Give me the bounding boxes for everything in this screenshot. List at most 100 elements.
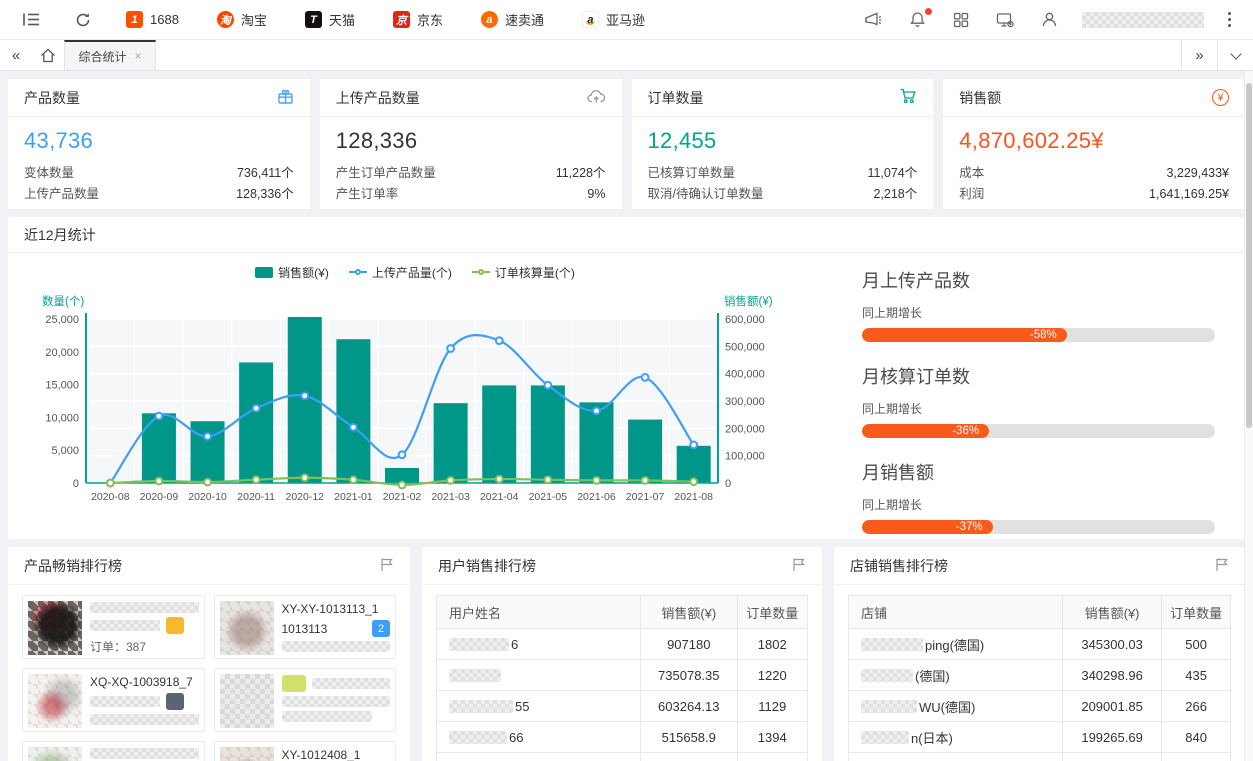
redacted-name xyxy=(449,700,513,713)
order-count-text: 订单：387 xyxy=(90,638,146,653)
svg-text:200,000: 200,000 xyxy=(725,423,765,435)
svg-text:2021-04: 2021-04 xyxy=(480,491,519,503)
refresh-icon[interactable] xyxy=(66,6,100,34)
legend-label: 上传产品量(个) xyxy=(372,264,452,281)
stat-value: 4,870,602.25¥ xyxy=(959,128,1229,154)
growth-progress-fill: -58% xyxy=(862,328,1067,342)
jd-icon: 京 xyxy=(393,11,410,28)
legend-item-orders[interactable]: 订单核算量(个) xyxy=(472,264,575,281)
stat-card-title: 产品数量 xyxy=(24,88,80,108)
svg-text:100,000: 100,000 xyxy=(725,451,765,463)
product-item[interactable]: XY-XY-1013113_1 10131132 xyxy=(214,595,397,659)
redacted-name xyxy=(449,669,501,682)
product-item[interactable] xyxy=(214,668,397,732)
growth-progress-track: -36% xyxy=(862,424,1215,438)
chart-section-title: 近12月统计 xyxy=(24,225,96,245)
legend-item-uploads[interactable]: 上传产品量(个) xyxy=(349,264,452,281)
tabs-dropdown-button[interactable] xyxy=(1217,40,1253,70)
svg-text:2021-03: 2021-03 xyxy=(431,491,470,503)
more-menu-icon[interactable] xyxy=(1220,8,1239,31)
product-item[interactable] xyxy=(22,741,205,761)
apps-grid-icon[interactable] xyxy=(944,6,978,34)
collapse-menu-icon[interactable] xyxy=(14,6,48,34)
platform-label: 淘宝 xyxy=(241,10,267,29)
tab-close-icon[interactable]: × xyxy=(135,49,142,63)
user-name-suffix: 66 xyxy=(509,730,523,745)
platform-tab-jd[interactable]: 京 京东 xyxy=(393,10,443,29)
stat-row-label: 上传产品数量 xyxy=(24,184,99,205)
growth-progress-fill: -37% xyxy=(862,520,993,534)
stat-row-value: 128,336个 xyxy=(236,184,294,205)
table-row: 55 603264.13 1129 xyxy=(437,691,808,722)
stat-card-title: 订单数量 xyxy=(648,88,704,108)
svg-text:数量(个): 数量(个) xyxy=(42,294,84,308)
table-row: 66 515658.9 1394 xyxy=(437,722,808,753)
svg-text:2021-08: 2021-08 xyxy=(674,491,713,503)
column-header: 销售额(¥) xyxy=(641,596,737,629)
growth-block-uploads: 月上传产品数 同上期增长 -58% xyxy=(862,267,1215,342)
username-redacted xyxy=(1082,12,1204,28)
device-monitor-icon[interactable] xyxy=(988,6,1022,34)
shop-name-suffix: (德国) xyxy=(915,666,950,685)
tab-summary-stats[interactable]: 综合统计 × xyxy=(64,40,156,70)
sales-value: 199265.69 xyxy=(1062,722,1161,753)
orders-value: 840 xyxy=(1162,722,1231,753)
product-image xyxy=(28,674,82,728)
table-row: 6 907180 1802 xyxy=(437,629,808,660)
column-header: 订单数量 xyxy=(1162,596,1231,629)
redacted-text xyxy=(282,696,391,707)
notification-bell-icon[interactable] xyxy=(900,6,934,34)
svg-text:600,000: 600,000 xyxy=(725,314,765,326)
platform-tab-tmall[interactable]: T 天猫 xyxy=(305,10,355,29)
panel-title: 产品畅销排行榜 xyxy=(24,556,122,576)
1688-icon: 1 xyxy=(126,11,143,28)
stat-row-label: 产生订单率 xyxy=(336,184,399,205)
svg-text:2021-05: 2021-05 xyxy=(529,491,568,503)
stat-row-label: 变体数量 xyxy=(24,163,74,184)
product-code: XY-1012408_1 xyxy=(282,748,361,761)
product-image xyxy=(28,747,82,761)
user-profile-icon[interactable] xyxy=(1032,6,1066,34)
yen-icon: ¥ xyxy=(1212,89,1229,106)
svg-text:2021-07: 2021-07 xyxy=(626,491,665,503)
platform-label: 京东 xyxy=(417,10,443,29)
growth-subtitle: 同上期增长 xyxy=(862,496,1215,513)
stat-row-label: 利润 xyxy=(959,184,984,205)
platform-tab-aliexpress[interactable]: a 速卖通 xyxy=(481,10,544,29)
monthly-stats-chart: 05,00010,00015,00020,00025,0000100,00020… xyxy=(12,283,812,531)
redacted-name xyxy=(861,731,909,744)
svg-text:300,000: 300,000 xyxy=(725,396,765,408)
home-tab-icon[interactable] xyxy=(32,40,64,70)
product-image xyxy=(220,674,274,728)
tabs-scroll-right-button[interactable]: » xyxy=(1181,40,1217,70)
stat-value: 43,736 xyxy=(24,128,294,154)
legend-item-sales[interactable]: 销售额(¥) xyxy=(255,264,329,281)
orders-value: 500 xyxy=(1162,629,1231,660)
platform-label: 速卖通 xyxy=(505,10,544,29)
growth-progress-track: -37% xyxy=(862,520,1215,534)
platform-tab-amazon[interactable]: a 亚马逊 xyxy=(582,10,645,29)
product-ranking-panel: 产品畅销排行榜 订单：387 xyxy=(8,547,410,761)
scrollbar-thumb[interactable] xyxy=(1246,83,1252,428)
svg-text:0: 0 xyxy=(73,478,79,490)
platform-tab-taobao[interactable]: 淘 淘宝 xyxy=(217,10,267,29)
taobao-icon: 淘 xyxy=(217,11,234,28)
table-row: WU(德国) 209001.85 266 xyxy=(849,691,1231,722)
app-screen: 1 1688 淘 淘宝 T 天猫 京 京东 a 速卖通 a 亚马逊 xyxy=(0,0,1253,761)
stat-card-title: 上传产品数量 xyxy=(336,88,420,108)
stat-card-sales: 销售额 ¥ 4,870,602.25¥ 成本3,229,433¥ 利润1,641… xyxy=(943,79,1245,209)
product-item[interactable]: XY-1012408_1 xyxy=(214,741,397,761)
orders-value: 1802 xyxy=(737,629,808,660)
product-item[interactable]: XQ-XQ-1003918_7 xyxy=(22,668,205,732)
top-toolbar: 1 1688 淘 淘宝 T 天猫 京 京东 a 速卖通 a 亚马逊 xyxy=(0,0,1253,40)
count-badge: 2 xyxy=(372,620,390,637)
page-tabstrip: « 综合统计 × » xyxy=(0,40,1253,71)
legend-label: 订单核算量(个) xyxy=(495,264,575,281)
product-image xyxy=(220,601,274,655)
announcement-icon[interactable] xyxy=(856,6,890,34)
tabs-scroll-left-button[interactable]: « xyxy=(0,40,32,70)
product-item[interactable]: 订单：387 xyxy=(22,595,205,659)
flag-icon xyxy=(379,557,394,575)
growth-block-orders: 月核算订单数 同上期增长 -36% xyxy=(862,363,1215,438)
platform-tab-1688[interactable]: 1 1688 xyxy=(126,11,179,28)
